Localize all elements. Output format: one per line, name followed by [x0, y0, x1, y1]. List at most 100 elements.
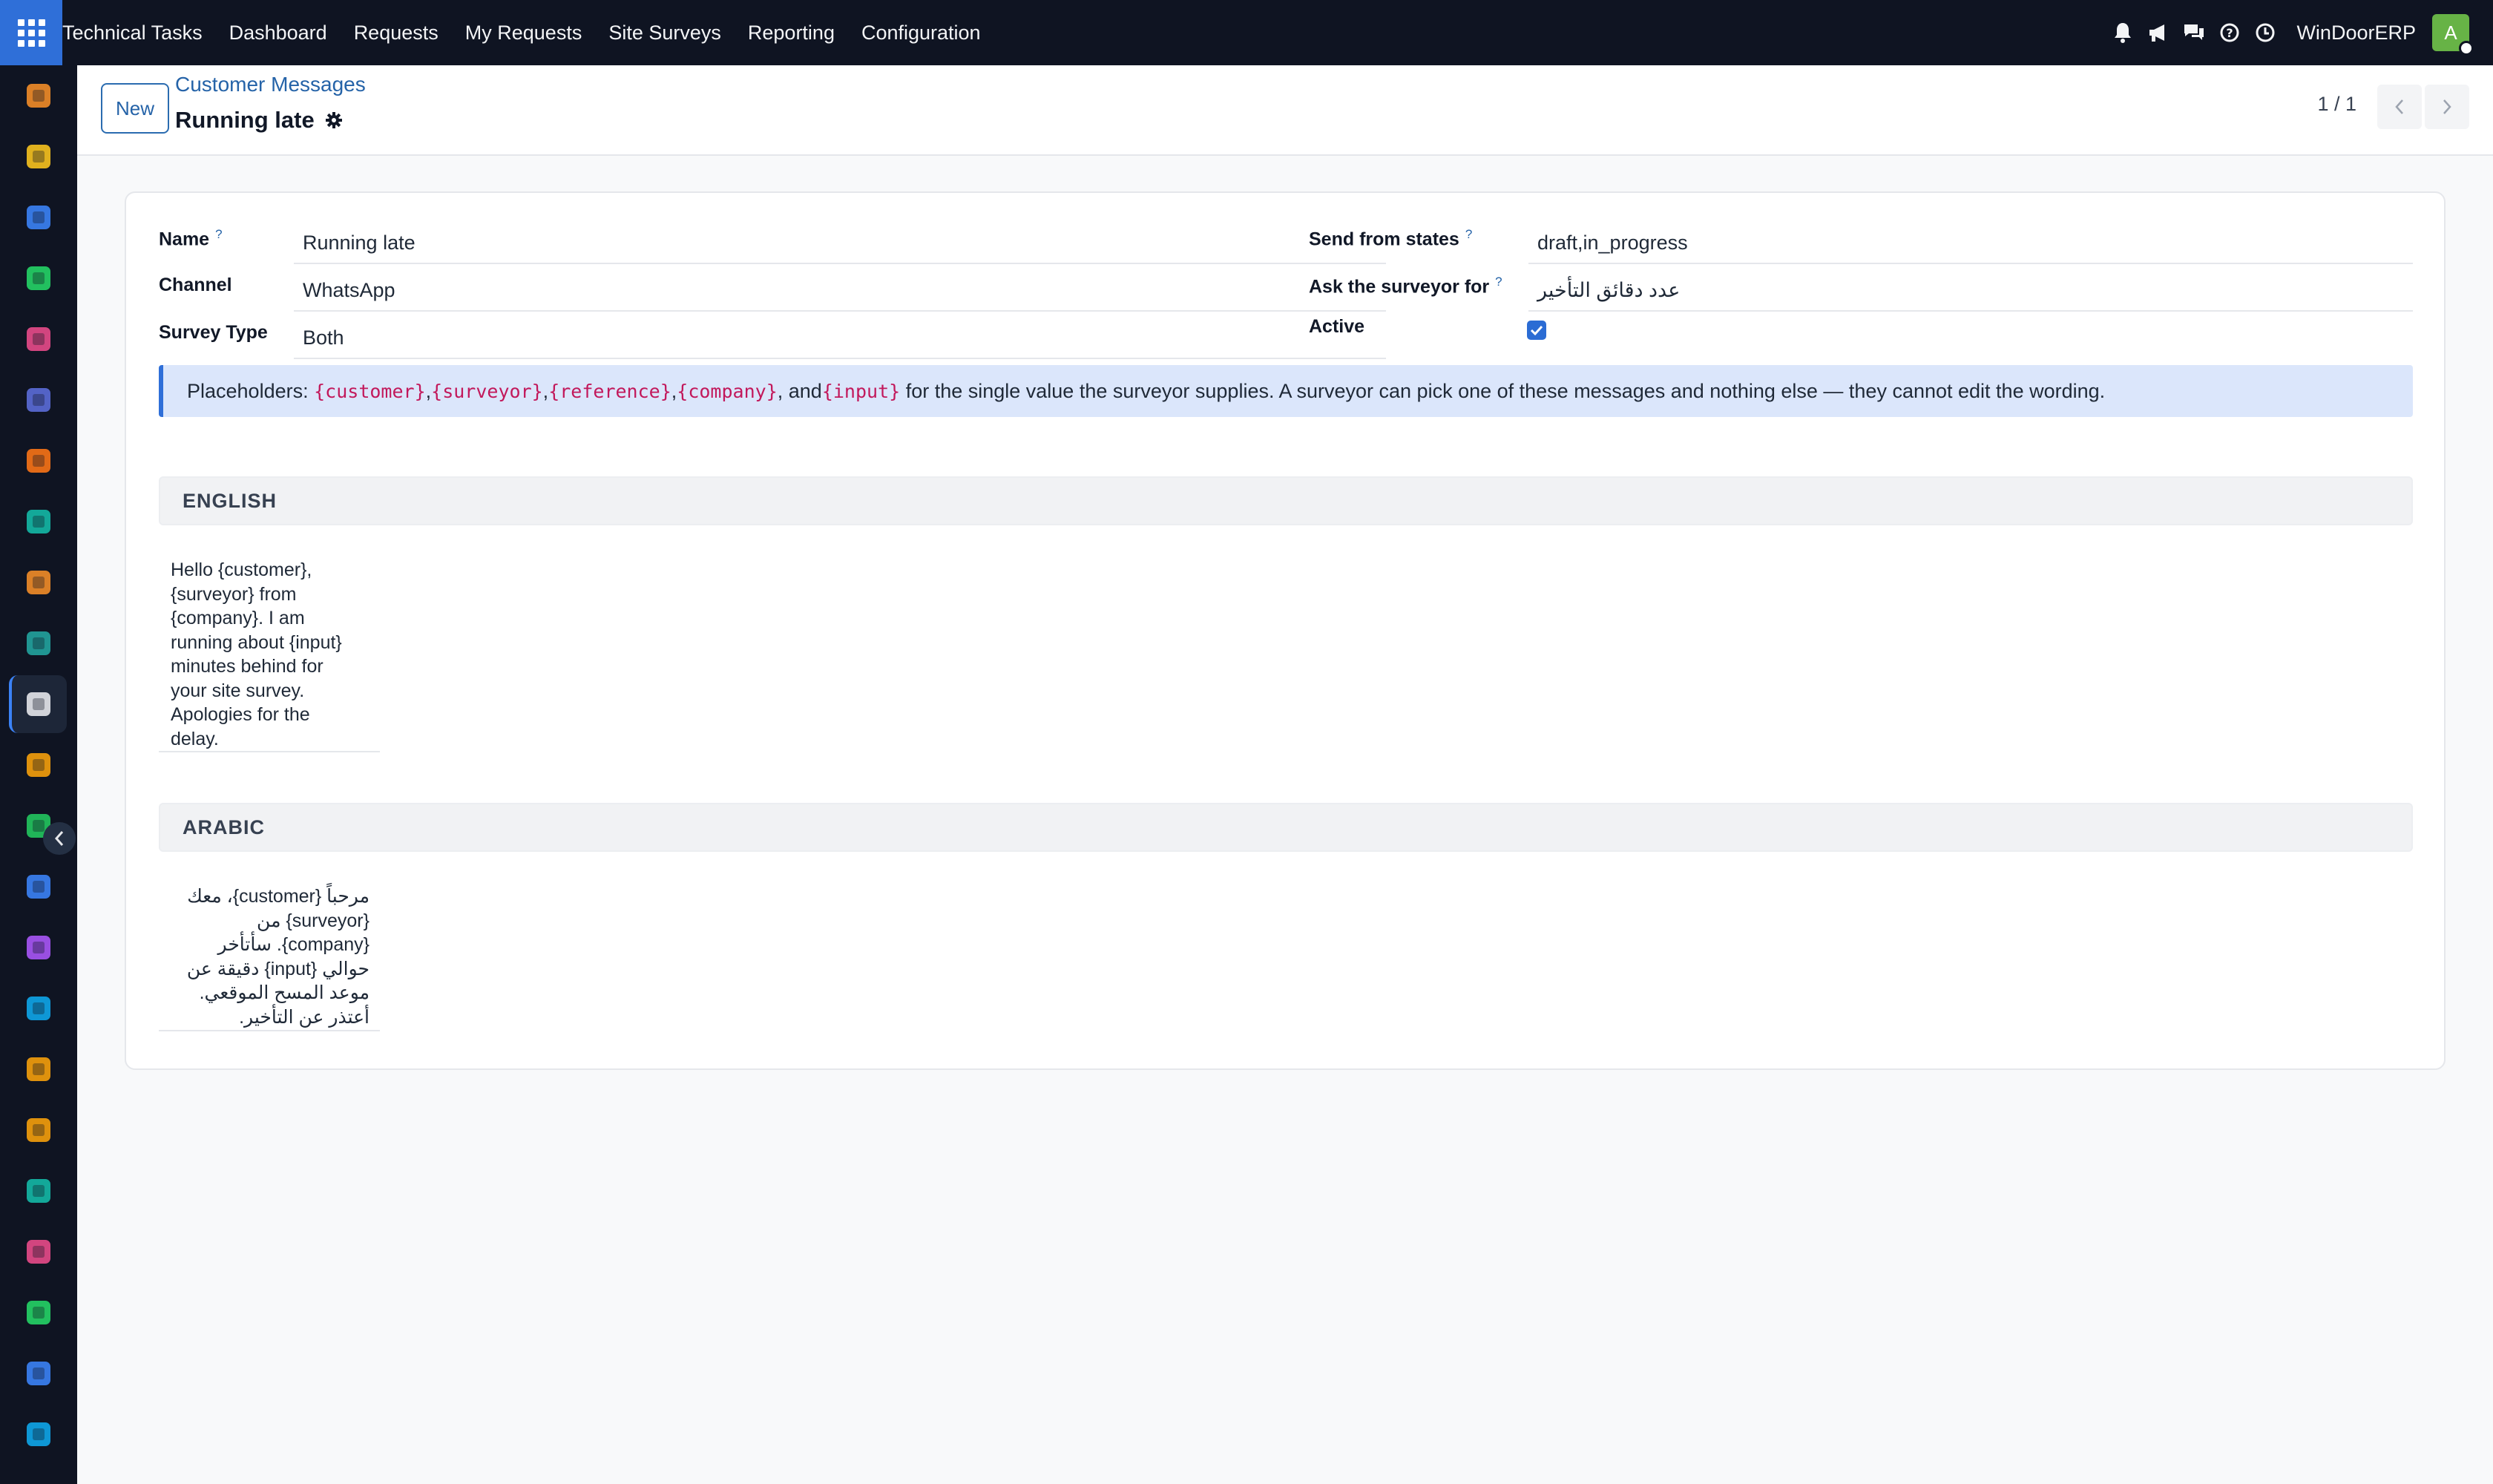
help-tooltip-icon[interactable]: ? [1495, 275, 1502, 289]
menu-dashboard[interactable]: Dashboard [216, 0, 341, 65]
separator-and: , and [777, 379, 822, 402]
svg-text:?: ? [2227, 26, 2233, 40]
navbar-systray: ? WinDoorERP A [2105, 0, 2493, 65]
help-tooltip-icon[interactable]: ? [1465, 227, 1472, 241]
separator: , [425, 379, 432, 402]
chevron-right-icon [2443, 99, 2451, 114]
sidebar-app-8[interactable] [0, 552, 77, 613]
survey-type-field[interactable]: Both [294, 318, 1386, 359]
sidebar-app-19[interactable] [0, 1221, 77, 1282]
sidebar-app-4[interactable] [0, 309, 77, 370]
pager-next-button[interactable] [2425, 85, 2469, 129]
menu-configuration[interactable]: Configuration [848, 0, 994, 65]
paper-plane-icon [24, 142, 53, 171]
english-message-line: {surveyor} from [171, 583, 297, 605]
team-app-icon [24, 1054, 53, 1084]
company-switcher[interactable]: WinDoorERP [2296, 22, 2416, 45]
pager-previous-button[interactable] [2377, 85, 2422, 129]
send-from-states-field[interactable]: draft,in_progress [1528, 223, 2413, 264]
menu-reporting[interactable]: Reporting [735, 0, 848, 65]
channel-field[interactable]: WhatsApp [294, 270, 1386, 312]
chevron-left-icon [2395, 99, 2403, 114]
gear-icon[interactable] [325, 111, 343, 129]
sign-app-icon [24, 1176, 53, 1206]
sidebar-app-13[interactable] [0, 856, 77, 917]
help-tooltip-icon[interactable]: ? [215, 227, 222, 241]
menu-requests[interactable]: Requests [341, 0, 452, 65]
sidebar-app-17[interactable] [0, 1100, 77, 1160]
collapse-sidebar-button[interactable] [43, 822, 76, 855]
arabic-message-line: أعتذر عن التأخير. [239, 1006, 369, 1028]
sidebar-app-3[interactable] [0, 248, 77, 309]
record-title-text: Running late [175, 107, 315, 133]
bar-chart-app-icon [24, 568, 53, 597]
sidebar-app-15[interactable] [0, 978, 77, 1039]
arabic-message-line: موعد المسح الموقعي. [199, 982, 369, 1003]
english-message-line: delay. [171, 728, 219, 749]
new-button[interactable]: New [101, 83, 169, 134]
megaphone-icon[interactable] [2141, 0, 2176, 65]
placeholder-reference: {reference} [548, 380, 671, 402]
dollar-app-icon [24, 994, 53, 1023]
ask-surveyor-field[interactable]: عدد دقائق التأخير [1528, 270, 2413, 312]
help-icon[interactable]: ? [2212, 0, 2247, 65]
sidebar-app-11[interactable] [0, 735, 77, 795]
user-avatar[interactable]: A [2432, 14, 2474, 56]
menu-my-requests[interactable]: My Requests [452, 0, 596, 65]
english-message-line: minutes behind for [171, 656, 323, 677]
arabic-message-line: مرحباً {customer}، معك [187, 886, 369, 907]
checkmark-icon [1530, 325, 1543, 336]
name-field[interactable]: Running late [294, 223, 1386, 264]
pager-value[interactable]: 1 / 1 [2317, 86, 2356, 122]
chevron-left-icon [54, 831, 64, 846]
section-english: ENGLISH [159, 476, 2413, 525]
app-name[interactable]: Technical Tasks [62, 0, 216, 65]
sidebar-app-21[interactable] [0, 1343, 77, 1404]
active-checkbox[interactable] [1527, 321, 1546, 340]
calendar-app-icon [24, 1115, 53, 1145]
placeholder-customer: {customer} [314, 380, 426, 402]
sidebar-app-18[interactable] [0, 1160, 77, 1221]
sidebar-app-5[interactable] [0, 370, 77, 430]
sidebar-app-2[interactable] [0, 187, 77, 248]
breadcrumb-customer-messages[interactable]: Customer Messages [175, 73, 366, 96]
top-navbar: Technical Tasks Dashboard Requests My Re… [0, 0, 2493, 65]
sidebar-app-20[interactable] [0, 1282, 77, 1343]
app-switcher-button[interactable] [0, 0, 62, 65]
alert-suffix: for the single value the surveyor suppli… [905, 379, 2106, 402]
control-panel: New Customer Messages Running late 1 / 1 [77, 65, 2493, 156]
sidebar-app-9[interactable] [0, 613, 77, 674]
bell-icon[interactable] [2105, 0, 2141, 65]
chat-icon[interactable] [2176, 0, 2212, 65]
presence-dot [2459, 41, 2474, 56]
menu-site-surveys[interactable]: Site Surveys [595, 0, 735, 65]
dashboard-app-icon [24, 324, 53, 354]
english-message-line: Apologies for the [171, 704, 310, 725]
check-chevron-app-icon [24, 507, 53, 536]
arabic-message-field[interactable]: مرحباً {customer}، معك {surveyor} من {comp… [159, 880, 380, 1031]
english-message-line: {company}. I am [171, 608, 305, 628]
placeholder-input: {input} [821, 380, 901, 402]
english-message-line: your site survey. [171, 680, 305, 701]
grid-icon [17, 19, 45, 47]
sidebar-app-1[interactable] [0, 126, 77, 187]
sidebar-app-7[interactable] [0, 491, 77, 552]
package-app-icon [24, 933, 53, 962]
sidebar-app-22[interactable] [0, 1404, 77, 1465]
english-message-field[interactable]: Hello {customer}, {surveyor} from {company… [159, 554, 380, 752]
mail-app-icon [24, 385, 53, 415]
clock-app-icon [24, 203, 53, 232]
separator: , [671, 379, 677, 402]
english-message-line: running about {input} [171, 631, 342, 653]
sidebar-app-0[interactable] [0, 65, 77, 126]
contacts-app-icon [24, 628, 53, 658]
record-title: Running late [175, 107, 343, 134]
alert-prefix: Placeholders: [187, 379, 309, 402]
sidebar-app-14[interactable] [0, 917, 77, 978]
clock-icon[interactable] [2247, 0, 2283, 65]
arabic-message-line: حوالي {input} دقيقة عن [186, 958, 369, 979]
sidebar-app-6[interactable] [0, 430, 77, 491]
sidebar-app-16[interactable] [0, 1039, 77, 1100]
arabic-message-line: {company}. سأتأخر [217, 934, 369, 955]
sidebar-app-10[interactable] [0, 674, 77, 735]
